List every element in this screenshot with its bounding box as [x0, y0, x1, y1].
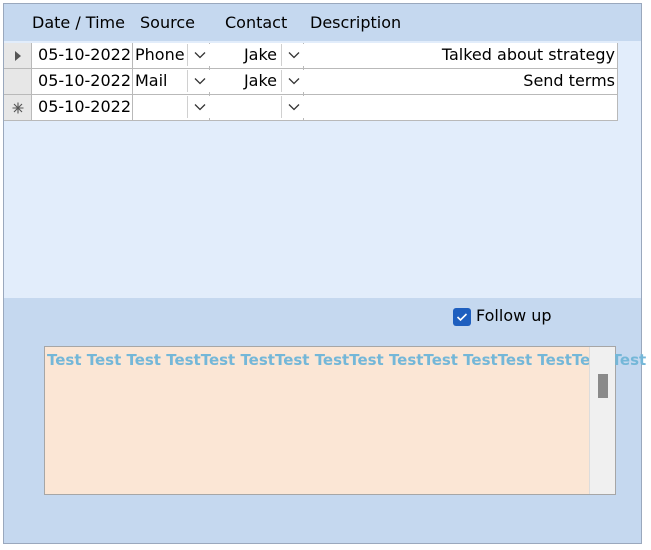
- column-header-contact[interactable]: Contact: [225, 13, 287, 32]
- description-cell[interactable]: Talked about strategy: [304, 43, 618, 69]
- chevron-down-icon: [288, 52, 299, 59]
- record-selector-new[interactable]: [4, 95, 32, 121]
- notes-textarea[interactable]: Test Test Test TestTest TestTest TestTes…: [44, 346, 646, 495]
- chevron-down-icon: [194, 52, 205, 59]
- source-dropdown-button[interactable]: [187, 44, 211, 66]
- record-selector-current[interactable]: [4, 43, 32, 69]
- chevron-down-icon: [288, 78, 299, 85]
- contact-dropdown-button[interactable]: [281, 70, 305, 92]
- notes-text: Test Test Test TestTest TestTest TestTes…: [47, 351, 647, 369]
- source-value: Phone: [135, 45, 185, 64]
- chevron-down-icon: [194, 104, 205, 111]
- description-cell[interactable]: [304, 95, 618, 121]
- column-header-source[interactable]: Source: [140, 13, 195, 32]
- contact-value: Jake: [243, 71, 277, 90]
- date-cell[interactable]: 05-10-2022: [32, 95, 133, 121]
- notes-scrollbar[interactable]: [589, 347, 615, 494]
- current-record-icon: [14, 50, 21, 61]
- chevron-down-icon: [288, 104, 299, 111]
- source-dropdown-button[interactable]: [187, 70, 211, 92]
- column-header-description[interactable]: Description: [310, 13, 401, 32]
- contact-dropdown-button[interactable]: [281, 44, 305, 66]
- contact-dropdown-button[interactable]: [281, 96, 305, 118]
- date-cell[interactable]: 05-10-2022: [32, 69, 133, 95]
- record-selector[interactable]: [4, 69, 32, 95]
- asterisk-icon: [12, 102, 23, 113]
- table-row-new: 05-10-2022: [4, 95, 618, 121]
- source-value: Mail: [135, 71, 168, 90]
- source-dropdown-button[interactable]: [187, 96, 211, 118]
- datasheet-grid: 05-10-2022 Phone Jake Talked about strat…: [4, 43, 618, 122]
- chevron-down-icon: [194, 78, 205, 85]
- description-cell[interactable]: Send terms: [304, 69, 618, 95]
- follow-up-label[interactable]: Follow up: [476, 306, 552, 325]
- table-row: 05-10-2022 Mail Jake Send terms: [4, 69, 618, 95]
- column-header-date[interactable]: Date / Time: [32, 13, 125, 32]
- contact-value: Jake: [243, 45, 277, 64]
- column-header-bar: Date / Time Source Contact Description: [4, 4, 641, 41]
- checkmark-icon: [456, 313, 468, 322]
- date-cell[interactable]: 05-10-2022: [32, 43, 133, 69]
- scrollbar-thumb[interactable]: [598, 374, 608, 398]
- follow-up-checkbox[interactable]: [453, 308, 471, 326]
- table-row: 05-10-2022 Phone Jake Talked about strat…: [4, 43, 618, 69]
